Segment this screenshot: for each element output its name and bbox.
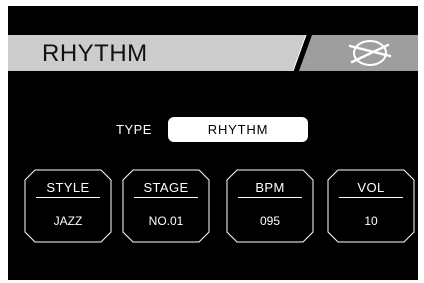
stage-divider (134, 197, 198, 198)
bpm-value: 095 (259, 214, 281, 228)
bpm-param-button[interactable]: BPM 095 (226, 169, 314, 243)
page-title: RHYTHM (42, 40, 148, 67)
type-row: TYPE RHYTHM (8, 114, 418, 142)
vol-value: 10 (364, 214, 378, 228)
stage-param-button[interactable]: STAGE NO.01 (122, 169, 210, 243)
type-label: TYPE (116, 122, 152, 137)
vol-param-button[interactable]: VOL 10 (327, 169, 415, 243)
bpm-divider (238, 197, 302, 198)
type-selector[interactable]: RHYTHM (168, 117, 308, 142)
bpm-label: BPM (255, 180, 285, 195)
header-bar: RHYTHM (8, 35, 418, 71)
drumsticks-icon[interactable] (346, 37, 394, 69)
style-param-button[interactable]: STYLE JAZZ (24, 169, 112, 243)
vol-divider (339, 197, 403, 198)
stage-label: STAGE (143, 180, 189, 195)
rhythm-screen: RHYTHM TYPE RHYTHM STYLE JAZZ STAGE NO.0… (8, 6, 418, 280)
style-value: JAZZ (53, 214, 83, 228)
vol-label: VOL (357, 180, 385, 195)
style-label: STYLE (46, 180, 90, 195)
stage-value: NO.01 (148, 214, 184, 228)
style-divider (36, 197, 100, 198)
